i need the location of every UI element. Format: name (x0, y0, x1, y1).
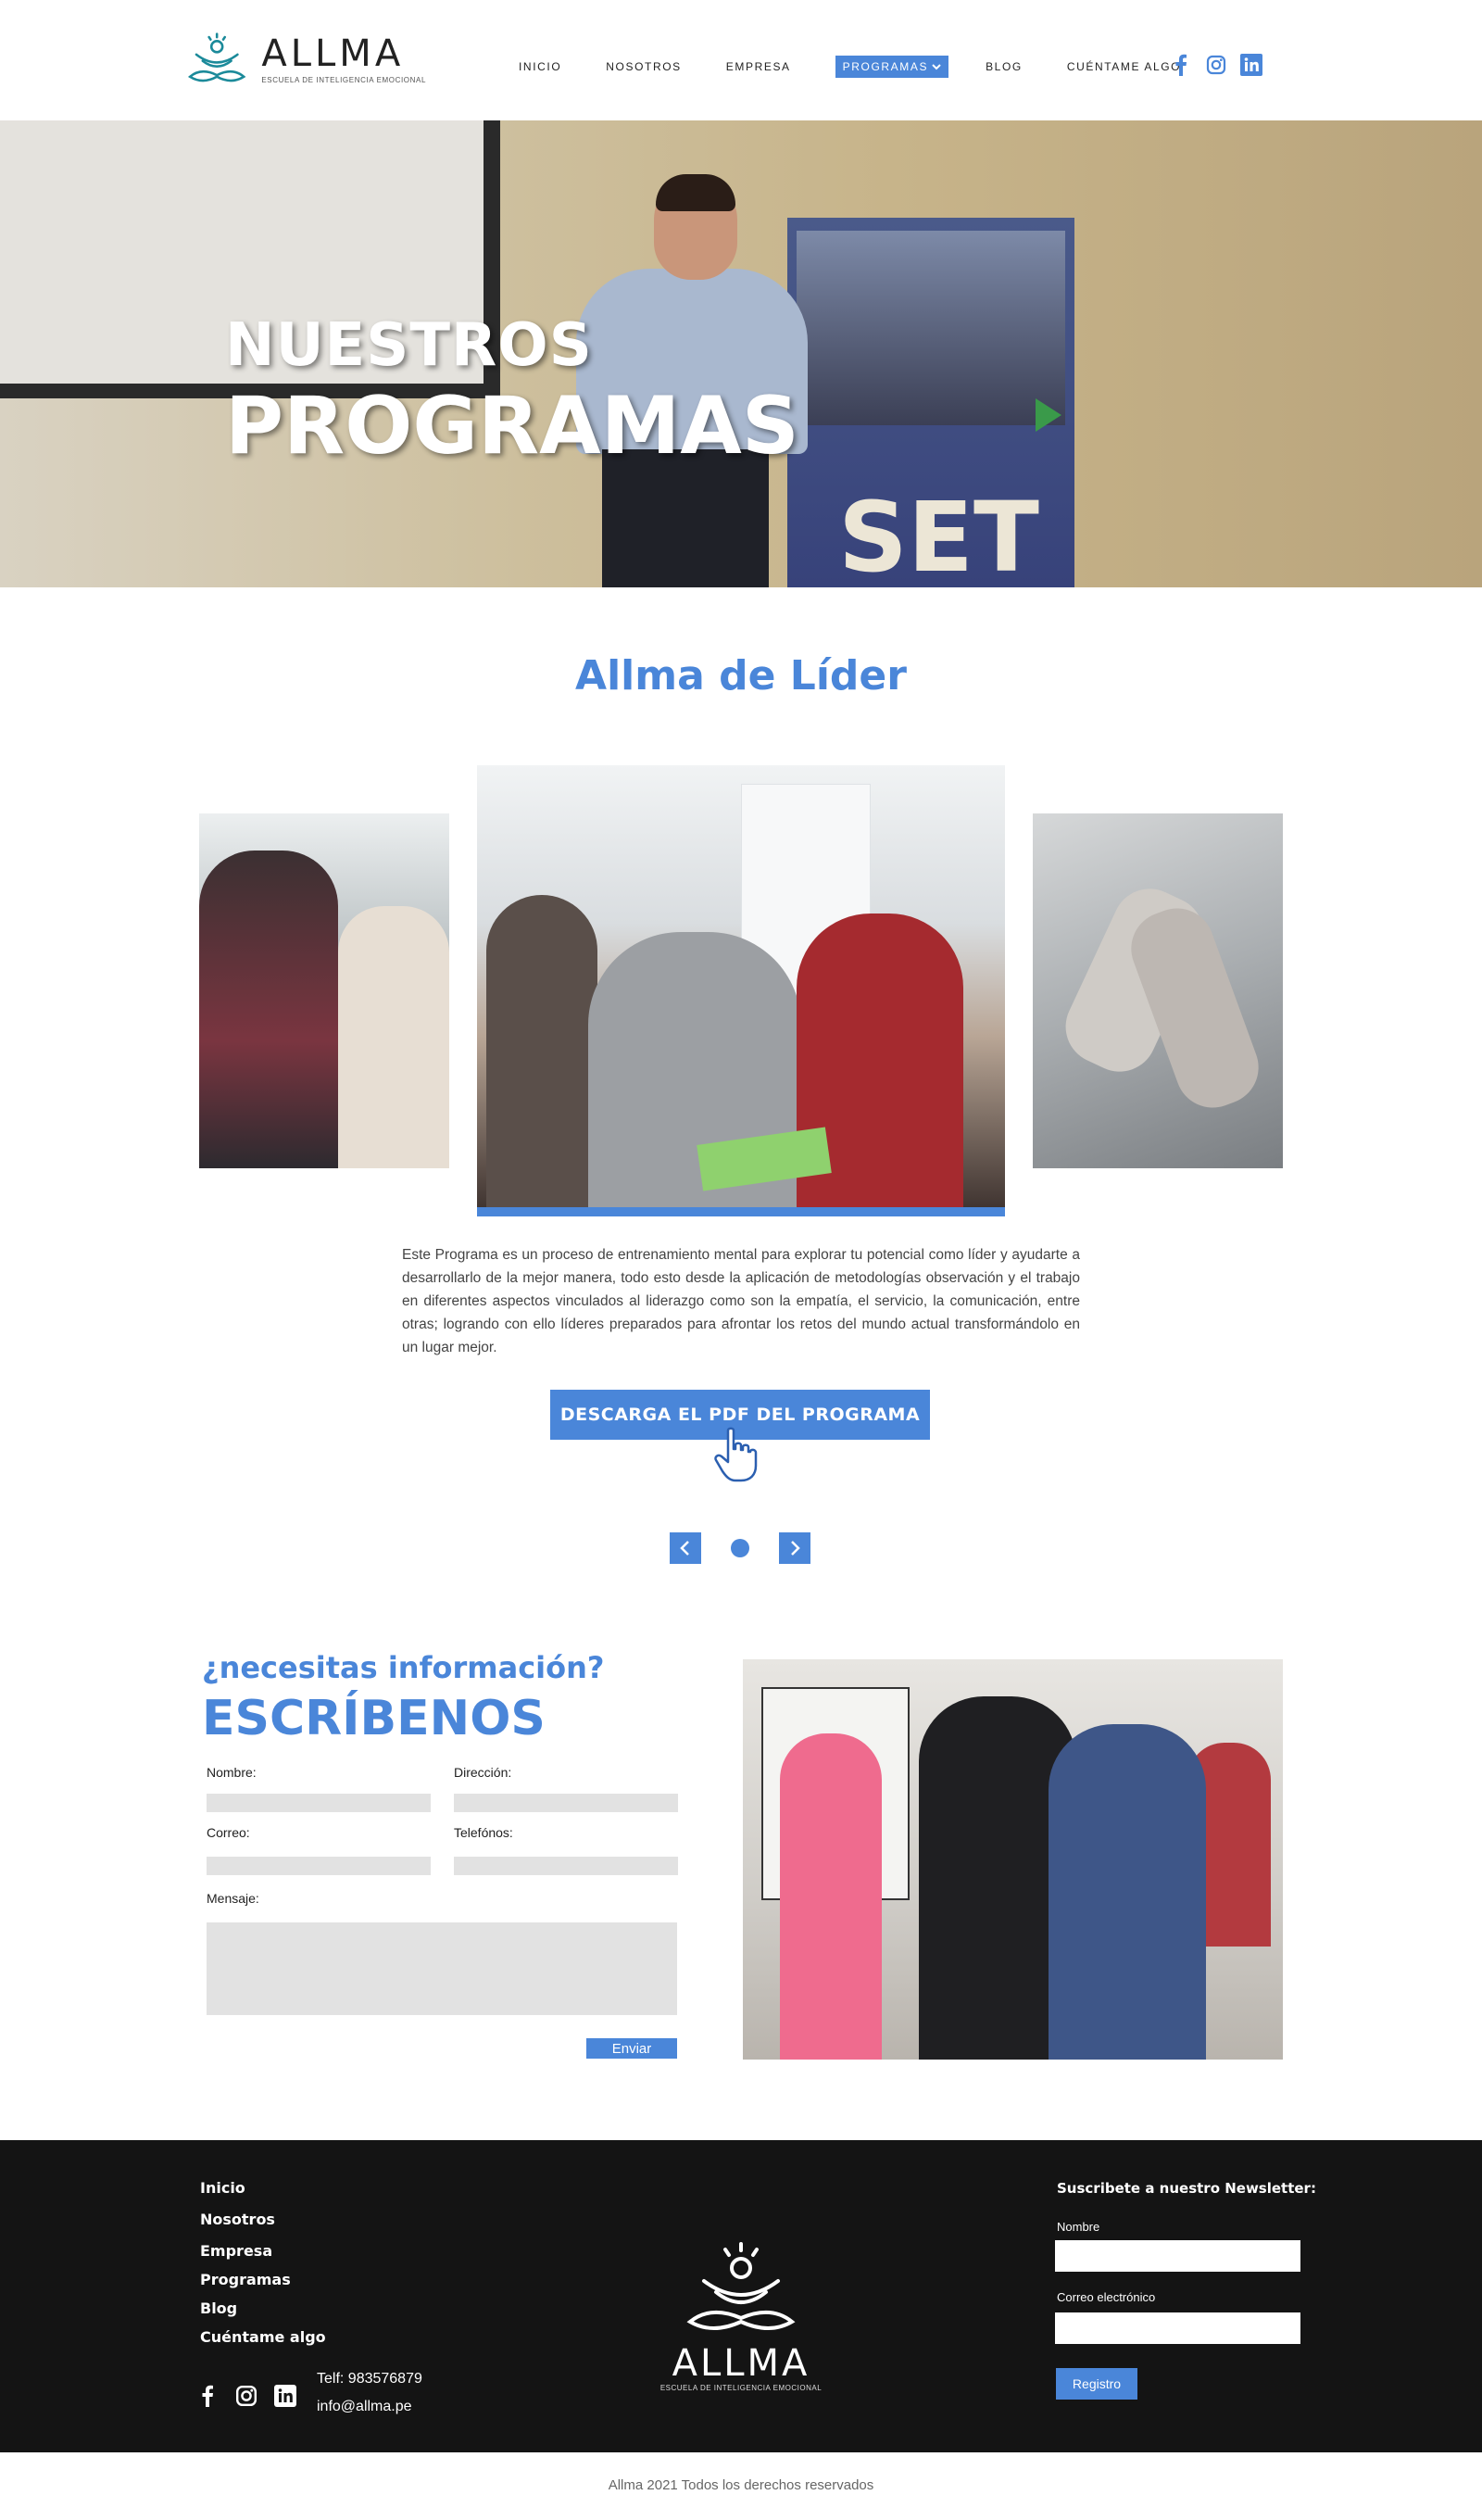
nombre-field[interactable] (207, 1794, 431, 1812)
nav-item-empresa[interactable]: EMPRESA (726, 56, 791, 78)
hero-banner-arrow (1036, 398, 1061, 432)
carousel-active-bar (477, 1207, 1005, 1216)
carousel-slide-current[interactable] (477, 765, 1005, 1216)
carousel-next-button[interactable] (779, 1532, 810, 1564)
newsletter-email-field[interactable] (1055, 2312, 1300, 2344)
hero-banner-photo (797, 231, 1065, 425)
facebook-icon[interactable] (195, 2383, 220, 2409)
carousel-slide-next[interactable] (1033, 813, 1283, 1168)
footer-link-programas[interactable]: Programas (200, 2271, 291, 2289)
contact-subtitle: ¿necesitas información? (202, 1650, 605, 1685)
nav-item-programas-label: PROGRAMAS (842, 60, 929, 73)
mensaje-field[interactable] (207, 1922, 677, 2015)
allma-logo-icon (187, 32, 246, 82)
instagram-icon[interactable] (1205, 54, 1227, 76)
chevron-down-icon (932, 56, 941, 78)
footer-link-inicio[interactable]: Inicio (200, 2179, 245, 2198)
slide-person (199, 850, 338, 1168)
footer-logo-tagline: ESCUELA DE INTELIGENCIA EMOCIONAL (659, 2384, 823, 2392)
logo-name: ALLMA (261, 32, 405, 75)
correo-label: Correo: (207, 1825, 250, 1840)
site-header: ALLMA ESCUELA DE INTELIGENCIA EMOCIONAL … (0, 0, 1482, 120)
header-social (1170, 54, 1275, 76)
mensaje-label: Mensaje: (207, 1891, 259, 1906)
direccion-field[interactable] (454, 1794, 678, 1812)
copyright: Allma 2021 Todos los derechos reservados (608, 2477, 874, 2493)
direccion-label: Dirección: (454, 1765, 512, 1780)
hero-title-line2: PROGRAMAS (225, 380, 799, 472)
footer-email[interactable]: info@allma.pe (317, 2398, 412, 2416)
nav-item-cuentame-algo[interactable]: CUÉNTAME ALGO (1067, 56, 1181, 78)
linkedin-icon[interactable] (272, 2383, 298, 2409)
hero-banner-text: SET (838, 481, 1039, 587)
carousel-slide-prev[interactable] (199, 813, 449, 1168)
newsletter-email-label: Correo electrónico (1057, 2290, 1156, 2304)
carousel-dot-active[interactable] (731, 1539, 749, 1557)
newsletter-name-label: Nombre (1057, 2220, 1100, 2234)
hero-banner: SET NUESTROS PROGRAMAS (0, 120, 1482, 587)
linkedin-icon[interactable] (1240, 54, 1262, 76)
nav-item-blog[interactable]: BLOG (986, 56, 1023, 78)
newsletter-name-field[interactable] (1055, 2240, 1300, 2272)
nombre-label: Nombre: (207, 1765, 257, 1780)
telefonos-field[interactable] (454, 1857, 678, 1875)
photo-person (1049, 1724, 1206, 2060)
program-description: Este Programa es un proceso de entrenami… (402, 1247, 1080, 1355)
footer-link-blog[interactable]: Blog (200, 2300, 237, 2318)
hero-rollup-banner: SET (787, 218, 1074, 587)
correo-field[interactable] (207, 1857, 431, 1875)
hero-speaker-hair (656, 174, 735, 211)
logo-tagline: ESCUELA DE INTELIGENCIA EMOCIONAL (261, 75, 426, 84)
footer-phone: Telf: 983576879 (317, 2371, 422, 2387)
hero-title-line1: NUESTROS (225, 311, 593, 380)
slide-person (486, 895, 597, 1216)
chevron-right-icon (791, 1541, 800, 1556)
newsletter-register-button[interactable]: Registro (1056, 2368, 1137, 2400)
footer-link-empresa[interactable]: Empresa (200, 2242, 272, 2261)
nav-item-inicio[interactable]: INICIO (519, 56, 561, 78)
footer-logo-name: ALLMA (672, 2342, 810, 2385)
carousel-prev-button[interactable] (670, 1532, 701, 1564)
contact-title: ESCRÍBENOS (202, 1691, 546, 1746)
nav-item-nosotros[interactable]: NOSOTROS (606, 56, 681, 78)
telefonos-label: Telefónos: (454, 1825, 513, 1840)
site-logo[interactable]: ALLMA ESCUELA DE INTELIGENCIA EMOCIONAL (185, 26, 426, 93)
chevron-left-icon (680, 1541, 689, 1556)
nav-item-programas[interactable]: PROGRAMAS (835, 56, 949, 78)
photo-person (780, 1733, 882, 2060)
allma-logo-icon (686, 2242, 796, 2330)
program-title: Allma de Líder (575, 652, 907, 699)
contact-photo (743, 1659, 1283, 2060)
footer-social (195, 2383, 311, 2409)
footer-logo[interactable]: ALLMA ESCUELA DE INTELIGENCIA EMOCIONAL (659, 2240, 823, 2402)
main-nav: INICIO NOSOTROS EMPRESA PROGRAMAS BLOG C… (519, 56, 1225, 78)
newsletter-title: Suscribete a nuestro Newsletter: (1057, 2180, 1316, 2197)
footer-link-cuentame-algo[interactable]: Cuéntame algo (200, 2328, 326, 2347)
pointer-hand-icon (713, 1427, 758, 1482)
facebook-icon[interactable] (1170, 54, 1192, 76)
instagram-icon[interactable] (233, 2383, 259, 2409)
slide-person (338, 906, 449, 1168)
footer-link-nosotros[interactable]: Nosotros (200, 2211, 275, 2229)
submit-button[interactable]: Enviar (586, 2038, 677, 2059)
